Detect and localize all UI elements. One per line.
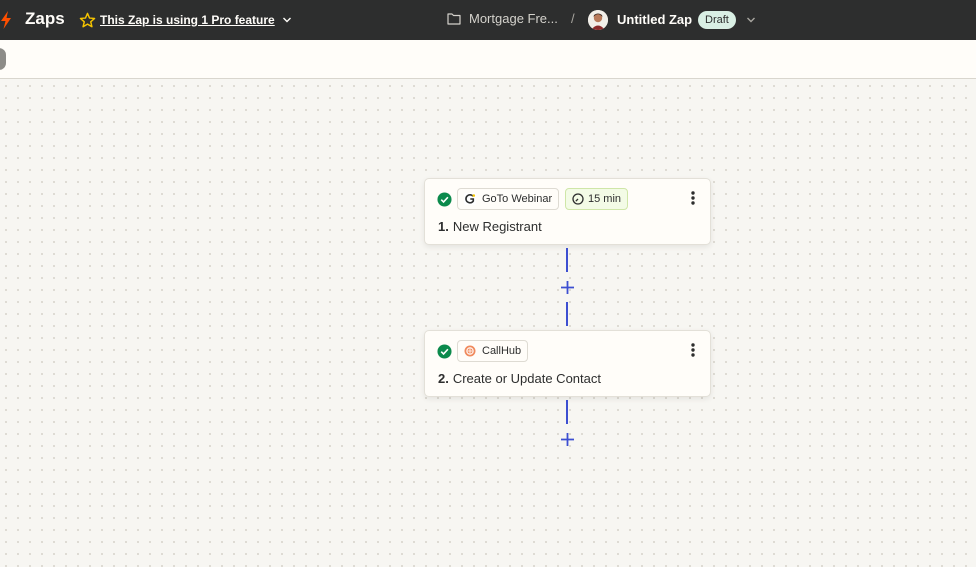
step-connector — [566, 248, 568, 272]
step-title: 1. New Registrant — [438, 219, 542, 234]
polling-interval-label: 15 min — [588, 193, 622, 205]
step-connector — [566, 302, 568, 326]
step-connector — [566, 400, 568, 424]
star-icon — [79, 12, 96, 27]
folder-icon — [447, 13, 461, 25]
check-circle-icon — [437, 192, 452, 207]
step-card-trigger[interactable]: GoTo Webinar 15 min 1. New Registrant — [424, 178, 711, 245]
breadcrumb-separator: / — [571, 11, 575, 26]
app-chip-callhub[interactable]: CallHub — [457, 340, 529, 362]
zap-title[interactable]: Untitled Zap — [617, 12, 692, 27]
app-name: CallHub — [482, 345, 522, 357]
goto-webinar-logo-icon — [464, 193, 476, 205]
check-circle-icon — [437, 344, 452, 359]
folder-breadcrumb[interactable]: Mortgage Fre... — [447, 11, 558, 26]
app-chip-goto-webinar[interactable]: GoTo Webinar — [457, 188, 560, 210]
editor-toolbar — [0, 40, 976, 79]
more-options-icon[interactable] — [690, 342, 696, 358]
avatar[interactable] — [588, 10, 608, 30]
panel-toggle-handle[interactable] — [0, 48, 6, 70]
status-badge: Draft — [698, 11, 736, 29]
chevron-down-icon[interactable] — [282, 15, 292, 25]
zaps-home-link[interactable]: Zaps — [25, 9, 65, 29]
step-number: 2. — [438, 371, 449, 386]
top-navigation-bar: Zaps This Zap is using 1 Pro feature Mor… — [0, 0, 976, 40]
zap-editor-canvas[interactable] — [0, 80, 976, 567]
step-event: Create or Update Contact — [452, 371, 601, 386]
step-card-action[interactable]: CallHub 2. Create or Update Contact — [424, 330, 711, 397]
step-number: 1. — [438, 219, 449, 234]
pro-feature-label[interactable]: This Zap is using 1 Pro feature — [100, 13, 275, 27]
step-event: New Registrant — [452, 219, 542, 234]
clock-icon — [572, 193, 584, 205]
user-avatar-image — [588, 10, 608, 30]
more-options-icon[interactable] — [690, 190, 696, 206]
add-step-plus-icon[interactable] — [560, 280, 575, 295]
pro-feature-link[interactable]: This Zap is using 1 Pro feature — [79, 10, 292, 30]
zapier-bolt-icon[interactable] — [0, 11, 12, 29]
callhub-logo-icon — [464, 345, 476, 357]
app-name: GoTo Webinar — [482, 193, 553, 205]
polling-interval-chip[interactable]: 15 min — [565, 188, 629, 210]
chevron-down-icon[interactable] — [746, 15, 756, 25]
step-title: 2. Create or Update Contact — [438, 371, 601, 386]
add-step-plus-icon[interactable] — [560, 432, 575, 447]
folder-name[interactable]: Mortgage Fre... — [469, 11, 558, 26]
